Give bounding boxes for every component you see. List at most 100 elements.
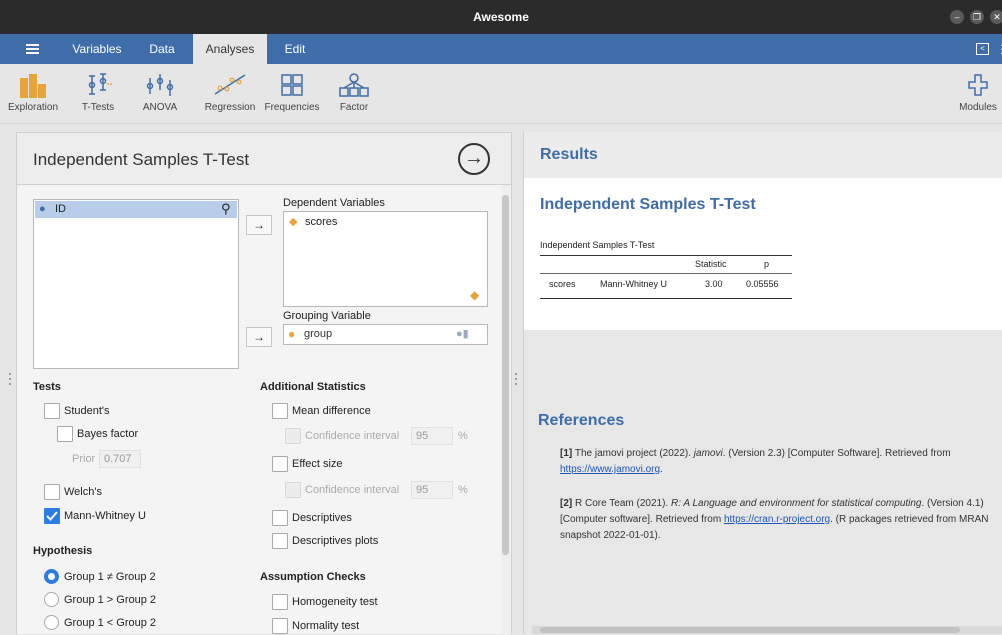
descriptives-checkbox[interactable] [272,510,288,526]
mean-difference-checkbox[interactable] [272,403,288,419]
hypothesis-heading: Hypothesis [33,545,93,557]
descriptives-label: Descriptives [292,512,352,524]
regression-icon [214,74,246,95]
welchs-label: Welch's [64,486,102,498]
analysis-options-panel: Independent Samples T-Test → ● ID ⚲ → De… [16,132,512,635]
welchs-checkbox[interactable] [44,484,60,500]
tab-variables[interactable]: Variables [62,34,132,64]
maximize-button[interactable]: ❐ [970,10,984,24]
available-variables-list[interactable]: ● ID ⚲ [33,199,239,369]
left-splitter-handle[interactable] [8,370,12,390]
reference-text: . (Version 2.3) [Computer Software]. Ret… [722,448,951,459]
column-header-p: p [764,259,770,269]
hamburger-menu-icon[interactable] [26,44,39,54]
close-analysis-arrow-icon[interactable]: → [458,143,490,175]
exploration-icon [20,74,46,98]
effect-size-label: Effect size [292,458,343,470]
students-label: Student's [64,405,110,417]
move-to-grouping-button[interactable]: → [246,327,272,347]
results-output[interactable]: Independent Samples T-Test Independent S… [524,178,1002,330]
hypothesis-greater-radio[interactable] [44,592,59,607]
tab-data[interactable]: Data [138,34,186,64]
anova-icon [146,74,174,96]
hypothesis-two-sided-radio[interactable] [44,569,59,584]
mean-diff-ci-input[interactable]: 95 [411,427,453,445]
table-cell-test: Mann-Whitney U [600,279,668,289]
reference-item-1: [1] The jamovi project (2022). jamovi. (… [560,446,990,478]
hypothesis-less-radio[interactable] [44,615,59,630]
effect-size-ci-checkbox[interactable] [285,482,301,498]
modules-label: Modules [959,102,997,113]
modules-button[interactable]: Modules [956,72,1000,113]
tab-edit[interactable]: Edit [272,34,318,64]
homogeneity-label: Homogeneity test [292,596,378,608]
ttests-label: T-Tests [81,102,115,113]
panel-splitter-handle[interactable] [514,370,518,390]
reference-number: [1] [560,448,573,459]
results-mode-icon[interactable]: < [976,43,989,55]
window-titlebar: Awesome – ❐ ✕ [0,0,1002,34]
hypothesis-less-label: Group 1 < Group 2 [64,617,157,629]
effect-size-ci-unit: % [458,484,468,496]
references-heading: References [538,412,625,429]
regression-label: Regression [204,102,256,113]
dependent-variables-list[interactable]: ◆ scores ◆ [283,211,488,307]
window-title: Awesome [473,10,529,24]
prior-input[interactable]: 0.707 [99,450,141,468]
variable-item-id[interactable]: ● ID ⚲ [35,201,237,218]
homogeneity-checkbox[interactable] [272,594,288,610]
assumption-checks-heading: Assumption Checks [260,571,366,583]
prior-label: Prior [72,453,96,465]
effect-size-checkbox[interactable] [272,456,288,472]
effect-size-ci-input[interactable]: 95 [411,481,453,499]
scrollbar-thumb[interactable] [540,627,960,633]
close-button[interactable]: ✕ [990,10,1002,24]
factor-button[interactable]: Factor [332,72,376,113]
hypothesis-greater-label: Group 1 > Group 2 [64,594,157,606]
table-cell-statistic: 3.00 [705,279,723,289]
results-table-caption: Independent Samples T-Test [540,240,655,250]
hypothesis-two-sided-label: Group 1 ≠ Group 2 [64,571,156,583]
frequencies-button[interactable]: Frequencies [262,72,322,113]
reference-text: The jamovi project (2022). [574,448,694,459]
minimize-button[interactable]: – [950,10,964,24]
reference-link[interactable]: https://cran.r-project.org [724,514,830,525]
grouping-variable-field[interactable]: ● group ●▮ [283,324,488,345]
anova-button[interactable]: ANOVA [136,72,184,113]
dependent-variables-label: Dependent Variables [283,197,385,209]
frequencies-icon [281,74,303,96]
grouping-variable-label: Grouping Variable [283,310,371,322]
descriptives-plots-label: Descriptives plots [292,535,379,547]
scrollbar-thumb[interactable] [502,195,509,555]
variable-item-scores[interactable]: ◆ scores [285,214,485,231]
exploration-button[interactable]: Exploration [4,72,62,113]
ttests-button[interactable]: T-Tests [70,72,126,113]
results-horizontal-scrollbar[interactable] [532,626,1002,634]
mean-diff-ci-unit: % [458,430,468,442]
descriptives-plots-checkbox[interactable] [272,533,288,549]
more-options-icon[interactable]: ⋮ [996,42,1002,56]
results-header: Results [524,132,1002,178]
bayes-factor-checkbox[interactable] [57,426,73,442]
normality-label: Normality test [292,620,360,632]
tab-analyses[interactable]: Analyses [193,34,267,64]
search-icon[interactable]: ⚲ [221,200,231,217]
additional-statistics-heading: Additional Statistics [260,381,366,393]
mean-diff-ci-checkbox[interactable] [285,428,301,444]
options-scrollbar[interactable] [501,185,510,635]
continuous-variable-icon: ◆ [289,216,298,228]
table-cell-p: 0.05556 [746,279,779,289]
anova-label: ANOVA [142,102,178,113]
mann-whitney-checkbox[interactable] [44,508,60,524]
table-cell-variable: scores [549,279,576,289]
normality-checkbox[interactable] [272,618,288,634]
analysis-header: Independent Samples T-Test → [17,133,511,185]
results-panel: Results Independent Samples T-Test Indep… [523,132,1002,634]
reference-title: R: A Language and environment for statis… [670,498,922,509]
reference-link[interactable]: https://www.jamovi.org [560,464,660,475]
students-checkbox[interactable] [44,403,60,419]
variable-label: ID [55,203,66,215]
regression-button[interactable]: Regression [200,72,260,113]
move-to-dependent-button[interactable]: → [246,215,272,235]
nominal-ordinal-type-icon: ●▮ [456,328,469,340]
